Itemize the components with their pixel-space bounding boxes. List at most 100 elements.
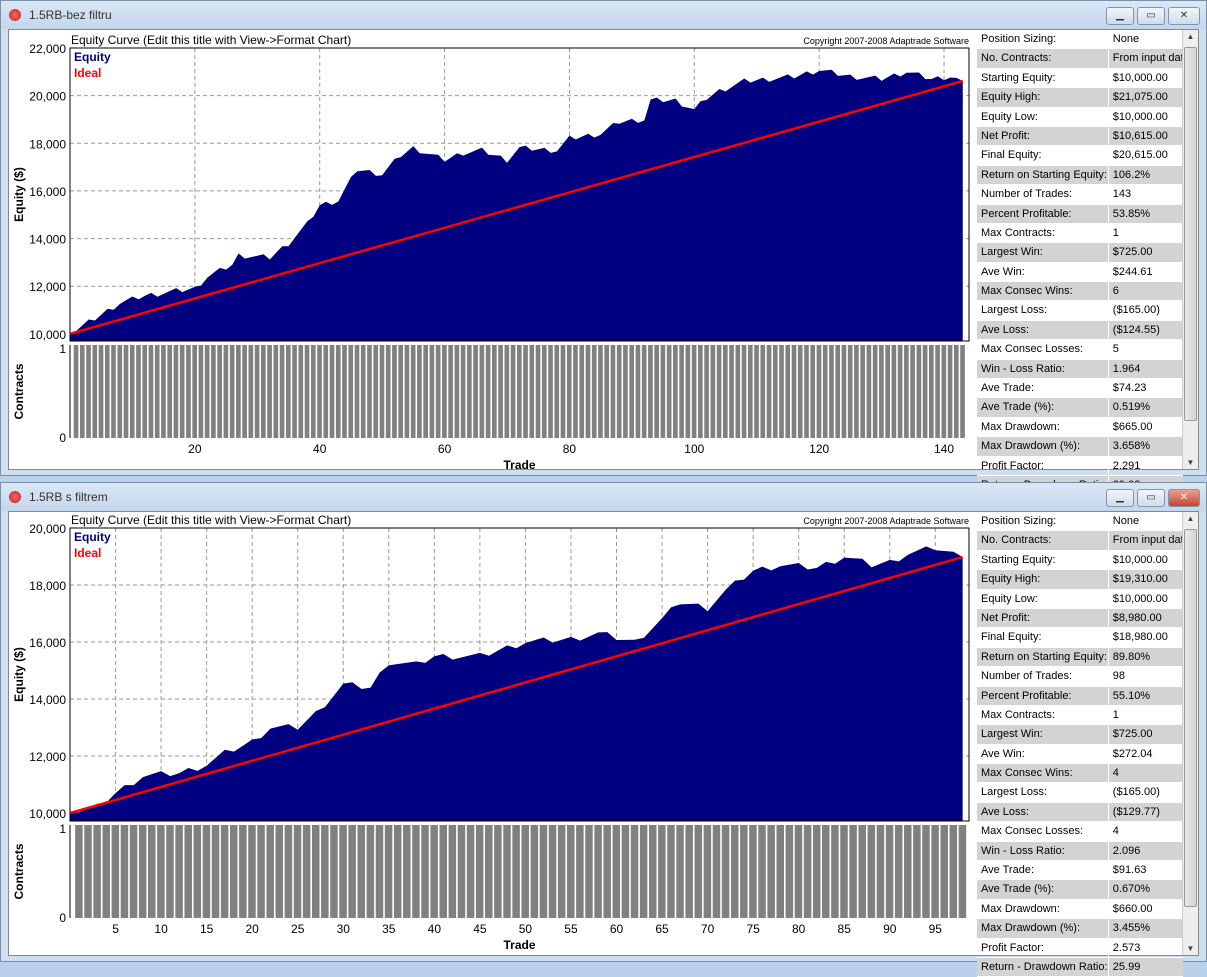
contract-bar [485,825,493,918]
stats-row: Ave Win: $272.04 [977,744,1183,765]
stat-value: 1 [1112,708,1119,721]
contract-bar [654,345,659,438]
contract-bar [585,345,591,438]
contract-bar [621,825,630,918]
contract-bar [492,345,497,438]
x-tick-label: 65 [655,922,669,936]
contract-bar [691,345,697,438]
contract-bar [248,825,256,918]
contract-bar [192,345,197,438]
contracts-tick-label: 1 [59,342,66,356]
contract-bar [348,345,354,438]
contract-bar [129,345,135,438]
y-tick-label: 14,000 [29,233,66,247]
contract-bar [679,345,684,438]
contract-bar [393,825,402,918]
contract-bar [273,345,279,438]
title-bar[interactable]: 1.5RB-bez filtru ▁ ▭ ✕ [1,1,1206,29]
x-tick-label: 80 [792,922,806,936]
scroll-thumb[interactable] [1184,529,1197,907]
contract-bar [117,345,123,438]
stat-value: 4 [1112,767,1119,780]
stat-label: Win - Loss Ratio: [977,841,1109,861]
x-tick-label: 80 [563,442,577,456]
contract-bar [803,825,812,918]
stat-label: Max Drawdown (%): [977,919,1109,938]
stats-row: Position Sizing: None [977,30,1183,50]
contract-bar [129,825,138,918]
contract-bar [504,345,510,438]
maximize-button[interactable]: ▭ [1137,489,1165,507]
stat-value: 2.573 [1112,941,1141,954]
contract-bar [466,825,475,918]
x-tick-label: 5 [112,922,119,936]
contract-bar [354,345,360,438]
contract-bar [142,345,148,438]
scroll-up-icon[interactable]: ▲ [1183,32,1198,41]
stats-row: Largest Win: $725.00 [977,725,1183,745]
contract-bar [284,825,293,918]
contract-bar [454,345,460,438]
scroll-down-icon[interactable]: ▼ [1183,944,1198,953]
stats-row: Final Equity: $20,615.00 [977,146,1183,166]
stat-value: $725.00 [1112,246,1153,259]
stats-row: No. Contracts: From input dat [977,531,1183,551]
contract-bar [154,345,160,438]
stat-label: Equity High: [977,570,1109,589]
contract-bar [323,345,329,438]
contract-bar [292,345,297,438]
contract-bar [138,825,147,918]
title-bar[interactable]: 1.5RB s filtrem ▁ ▭ ✕ [1,483,1206,511]
contract-bar [758,825,766,918]
stats-row: Max Drawdown: $665.00 [977,417,1183,438]
contract-bar [797,345,803,438]
contract-bar [104,345,110,438]
window-s-filtrem: 1.5RB s filtrem ▁ ▭ ✕ Equity Curve (Edit t… [0,482,1207,977]
close-button[interactable]: ✕ [1168,489,1200,507]
contract-bar [722,345,728,438]
contract-bar [123,345,129,438]
contract-bar [749,825,757,918]
close-button[interactable]: ✕ [1168,7,1200,25]
contract-bar [223,345,229,438]
stats-row: Largest Loss: ($165.00) [977,301,1183,321]
stats-row: Win - Loss Ratio: 2.096 [977,841,1183,862]
contract-bar [375,825,384,918]
contract-bar [741,345,747,438]
contract-bar [298,345,304,438]
stats-row: Ave Win: $244.61 [977,262,1183,283]
contract-bar [421,825,429,918]
contract-bar [510,345,516,438]
equity-chart: Equity Curve (Edit this title with View-… [12,513,970,952]
minimize-button[interactable]: ▁ [1106,489,1134,507]
contract-bar [667,825,675,918]
stat-label: Profit Factor: [977,938,1109,957]
contract-bar [392,345,397,438]
scroll-thumb[interactable] [1184,47,1197,421]
stat-label: Ave Trade (%): [977,880,1109,899]
stat-label: Return on Starting Equity: [977,165,1109,185]
scrollbar[interactable]: ▲ ▼ [1182,512,1198,955]
y-tick-label: 20,000 [29,90,66,104]
stat-label: Max Consec Losses: [977,340,1109,359]
contract-bar [261,345,266,438]
minimize-button[interactable]: ▁ [1106,7,1134,25]
contract-bar [835,345,841,438]
equity-chart: Equity Curve (Edit this title with View-… [12,33,970,469]
window-bez-filtru: 1.5RB-bez filtru ▁ ▭ ✕ Equity Curve (Edit … [0,0,1207,496]
stat-value: 143 [1112,188,1132,201]
scrollbar[interactable]: ▲ ▼ [1182,30,1198,469]
scroll-up-icon[interactable]: ▲ [1183,514,1198,523]
stats-row: Net Profit: $10,615.00 [977,126,1183,147]
contract-bar [641,345,647,438]
stat-value: $19,310.00 [1112,573,1168,586]
scroll-down-icon[interactable]: ▼ [1183,458,1198,467]
stat-label: No. Contracts: [977,531,1109,550]
maximize-button[interactable]: ▭ [1137,7,1165,25]
stat-value: $74.23 [1112,382,1147,395]
contract-bar [816,345,822,438]
contract-bar [539,825,548,918]
y-tick-label: 22,000 [29,42,66,56]
contract-bar [760,345,766,438]
stat-label: Max Contracts: [977,223,1109,243]
